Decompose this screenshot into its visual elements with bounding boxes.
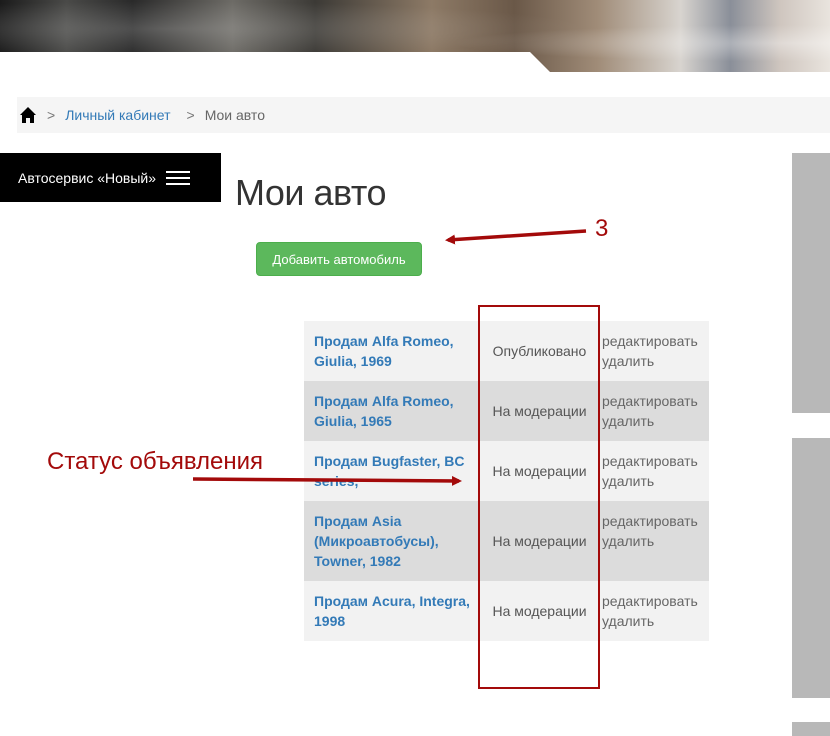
breadcrumb: > Личный кабинет > Мои авто	[17, 97, 830, 133]
right-sidebar-block	[792, 722, 830, 736]
ad-title-link[interactable]: Продам Asia (Микроавтобусы), Towner, 198…	[304, 501, 479, 581]
ad-title-link[interactable]: Продам Acura, Integra, 1998	[304, 581, 479, 641]
delete-link[interactable]: удалить	[602, 611, 709, 631]
right-sidebar-block	[792, 153, 830, 413]
breadcrumb-link-cabinet[interactable]: Личный кабинет	[65, 107, 170, 123]
page-title: Мои авто	[235, 172, 387, 213]
edit-link[interactable]: редактировать	[602, 511, 709, 531]
delete-link[interactable]: удалить	[602, 411, 709, 431]
edit-link[interactable]: редактировать	[602, 451, 709, 471]
edit-link[interactable]: редактировать	[602, 331, 709, 351]
breadcrumb-separator: >	[47, 107, 56, 123]
breadcrumb-separator: >	[186, 107, 195, 123]
delete-link[interactable]: удалить	[602, 351, 709, 371]
ad-actions: редактировать удалить	[600, 441, 709, 501]
annotation-status-label: Статус объявления	[47, 448, 264, 475]
right-sidebar-block	[792, 438, 830, 698]
ad-actions: редактировать удалить	[600, 501, 709, 581]
ad-actions: редактировать удалить	[600, 581, 709, 641]
edit-link[interactable]: редактировать	[602, 391, 709, 411]
ad-title-link[interactable]: Продам Alfa Romeo, Giulia, 1969	[304, 321, 479, 381]
hamburger-icon[interactable]	[166, 170, 191, 185]
status-column-highlight	[478, 305, 600, 689]
add-car-button[interactable]: Добавить автомобиль	[256, 242, 422, 276]
delete-link[interactable]: удалить	[602, 471, 709, 491]
side-menu-toggle[interactable]: Автосервис «Новый»	[0, 153, 221, 202]
delete-link[interactable]: удалить	[602, 531, 709, 551]
ad-actions: редактировать удалить	[600, 381, 709, 441]
arrow-to-add-button	[445, 229, 587, 245]
header-banner	[0, 0, 830, 72]
ad-title-link[interactable]: Продам Alfa Romeo, Giulia, 1965	[304, 381, 479, 441]
ad-actions: редактировать удалить	[600, 321, 709, 381]
side-menu-label: Автосервис «Новый»	[18, 169, 157, 186]
ad-title-link[interactable]: Продам Bugfaster, BC series,	[304, 441, 479, 501]
edit-link[interactable]: редактировать	[602, 591, 709, 611]
breadcrumb-current: Мои авто	[204, 107, 265, 123]
home-icon[interactable]	[19, 106, 37, 124]
annotation-number: 3	[595, 215, 609, 242]
